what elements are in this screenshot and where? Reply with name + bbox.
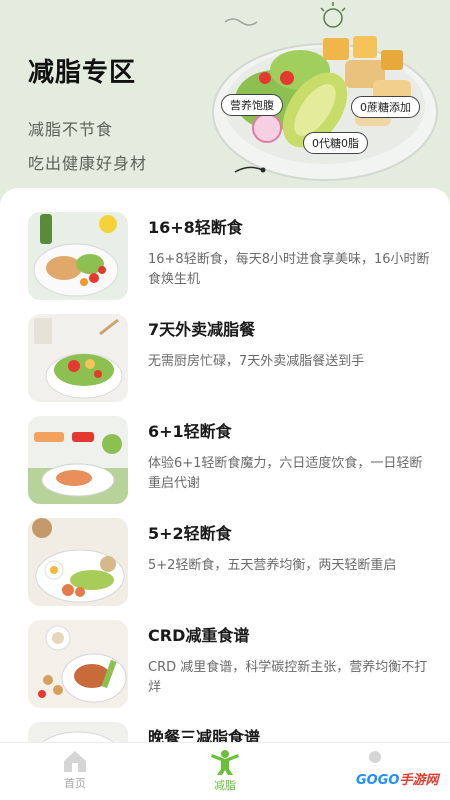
hero-tag-nutrition: 营养饱腹: [221, 94, 283, 116]
item-title: CRD减重食谱: [148, 626, 250, 645]
egg-avocado-plate-image: [28, 518, 128, 606]
steak-plate-image: [28, 620, 128, 708]
hero-tag-sucrose: 0蔗糖添加: [351, 96, 420, 118]
hero-salad-bowl-image: 营养饱腹 0蔗糖添加 0代糖0脂: [205, 0, 450, 200]
item-description: 5+2轻断食，五天营养均衡，两天轻断重启: [148, 558, 397, 573]
salad-bowl-image: [28, 314, 128, 402]
list-item-7day-takeout[interactable]: 7天外卖减脂餐 无需厨房忙碌，7天外卖减脂餐送到手: [0, 314, 450, 416]
header: 减脂专区 减脂不节食 吃出健康好身材 营养饱腹 0蔗糖添加 0代糖0脂: [0, 0, 450, 200]
item-title: 7天外卖减脂餐: [148, 320, 256, 339]
page-title: 减脂专区: [28, 58, 137, 88]
slogan-primary: 减脂不节食: [28, 120, 114, 139]
list-item-crd[interactable]: CRD减重食谱 CRD 减里食谱，科学碳控新主张，营养均衡不打烊: [0, 620, 450, 722]
list-item-5-2[interactable]: 5+2轻断食 5+2轻断食，五天营养均衡，两天轻断重启: [0, 518, 450, 620]
item-title: 6+1轻断食: [148, 422, 232, 441]
item-description: 体验6+1轻断食魔力，六日适度饮食，一日轻断重启代谢: [148, 456, 423, 491]
list-item-6-1[interactable]: 6+1轻断食 体验6+1轻断食魔力，六日适度饮食，一日轻断重启代谢: [0, 416, 450, 518]
item-description: 16+8轻断食，每天8小时进食享美味，16小时断食焕生机: [148, 252, 430, 287]
tab-fatloss-label: 减脂: [214, 779, 236, 792]
slogan-secondary: 吃出健康好身材: [28, 154, 148, 173]
hero-tag-fat: 0代糖0脂: [303, 132, 368, 154]
tab-fatloss[interactable]: 减脂: [185, 749, 265, 799]
gogo-watermark-logo: GOGO手游网: [350, 766, 445, 790]
item-description: 无需厨房忙碌，7天外卖减脂餐送到手: [148, 354, 365, 369]
salmon-plate-image: [28, 416, 128, 504]
diet-plan-list: 16+8轻断食 16+8轻断食，每天8小时进食享美味，16小时断食焕生机 7天外…: [0, 188, 450, 748]
home-icon: [64, 751, 86, 772]
salad-plate-image: [28, 212, 128, 300]
list-item-16-8[interactable]: 16+8轻断食 16+8轻断食，每天8小时进食享美味，16小时断食焕生机: [0, 212, 450, 314]
item-description: CRD 减里食谱，科学碳控新主张，营养均衡不打烊: [148, 660, 428, 695]
item-title: 16+8轻断食: [148, 218, 243, 237]
fitness-person-icon: [211, 750, 239, 775]
tab-home[interactable]: 首页: [35, 749, 115, 799]
tab-home-label: 首页: [64, 777, 86, 790]
item-title: 5+2轻断食: [148, 524, 232, 543]
